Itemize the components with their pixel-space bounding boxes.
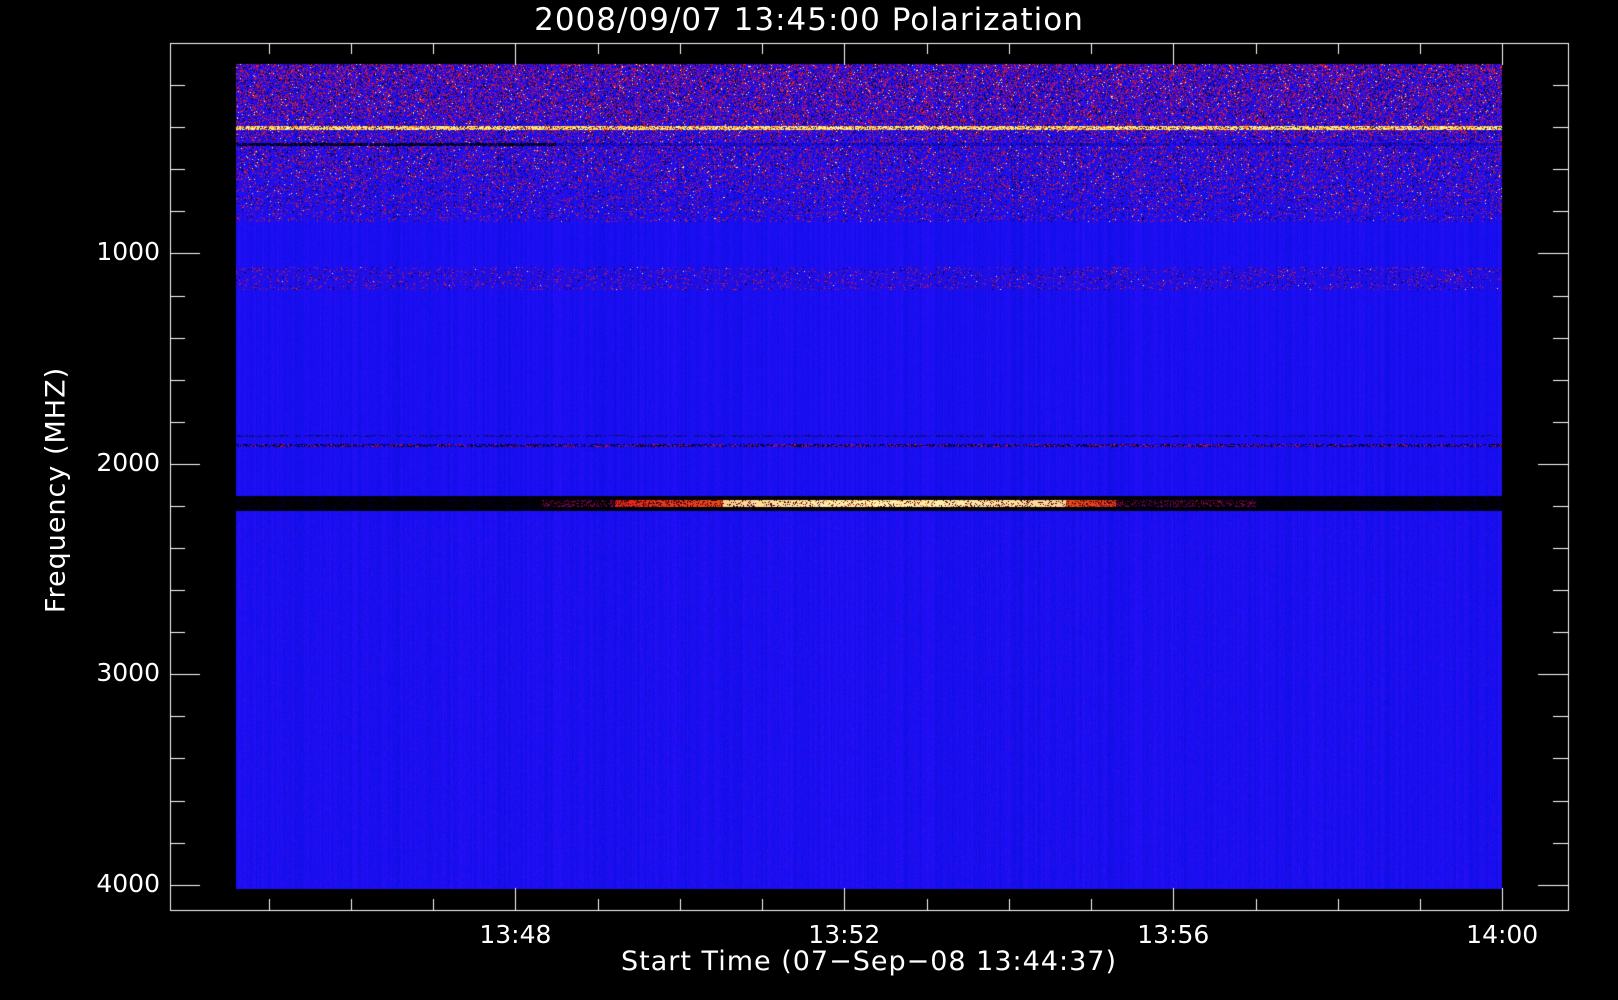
spectrogram-plot — [0, 0, 1618, 1000]
y-tick-label: 2000 — [96, 447, 160, 477]
x-tick-label: 13:52 — [808, 920, 881, 949]
x-tick-label: 13:56 — [1137, 920, 1210, 949]
y-tick-label: 1000 — [96, 237, 160, 267]
y-tick-label: 3000 — [96, 658, 160, 688]
chart-title: 2008/09/07 13:45:00 Polarization — [534, 2, 1084, 38]
y-axis-label: Frequency (MHZ) — [40, 366, 72, 614]
x-tick-label: 13:48 — [479, 920, 552, 949]
y-tick-label: 4000 — [96, 868, 160, 898]
x-tick-label: 14:00 — [1466, 920, 1539, 949]
x-axis-label: Start Time (07−Sep−08 13:44:37) — [621, 946, 1117, 977]
